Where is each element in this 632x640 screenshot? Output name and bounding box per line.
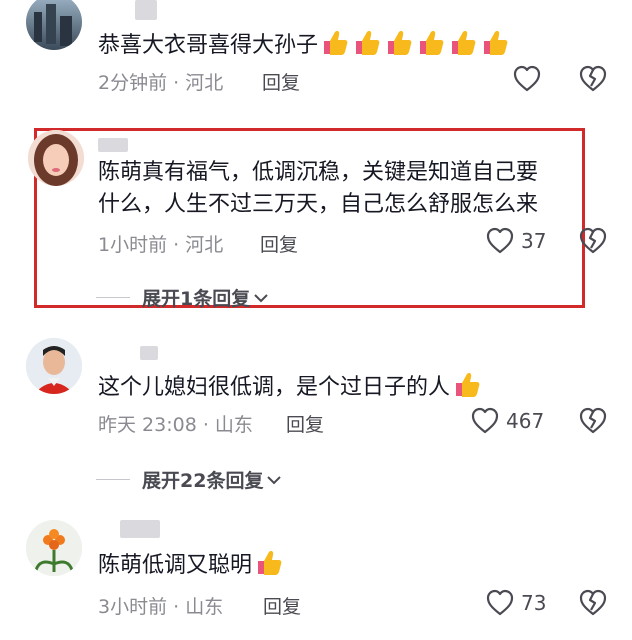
chevron-down-icon — [254, 293, 268, 302]
username-blurred[interactable] — [135, 0, 157, 20]
expand-label: 展开1条回复 — [142, 288, 251, 310]
thumbs-up-emoji-icon — [252, 553, 284, 578]
divider-line — [96, 479, 130, 480]
reply-button[interactable]: 回复 — [286, 410, 324, 437]
expand-replies-button[interactable]: 展开1条回复 — [96, 284, 270, 311]
dislike-button[interactable] — [578, 588, 608, 622]
comment-meta: 1小时前 · 河北 — [98, 234, 224, 256]
expand-label: 展开22条回复 — [142, 470, 264, 492]
reply-button[interactable]: 回复 — [263, 592, 301, 619]
like-button[interactable] — [512, 64, 542, 94]
broken-heart-icon — [578, 588, 608, 618]
comment-meta: 2分钟前 · 河北 — [98, 72, 224, 94]
like-button[interactable]: 73 — [485, 588, 546, 618]
comment-text: 这个儿媳妇很低调，是个过日子的人 — [98, 370, 482, 405]
username-blurred[interactable] — [120, 520, 160, 538]
like-count: 73 — [521, 591, 547, 615]
like-button[interactable]: 467 — [470, 406, 544, 436]
expand-replies-button[interactable]: 展开22条回复 — [96, 466, 283, 493]
avatar[interactable] — [28, 130, 84, 186]
like-count: 467 — [506, 409, 545, 433]
broken-heart-icon — [578, 226, 608, 256]
broken-heart-icon — [578, 64, 608, 94]
dislike-button[interactable] — [578, 64, 608, 98]
dislike-button[interactable] — [578, 226, 608, 260]
avatar-woman-image — [28, 130, 84, 186]
avatar-man-image — [26, 338, 82, 394]
avatar[interactable] — [26, 0, 82, 50]
broken-heart-icon — [578, 406, 608, 436]
heart-outline-icon — [485, 226, 515, 256]
avatar-flower-image — [26, 520, 82, 576]
comment-text: 陈萌低调又聪明 — [98, 548, 284, 583]
thumbs-up-emoji-icon — [450, 375, 482, 400]
comment-meta: 3小时前 · 山东 — [98, 596, 224, 618]
heart-outline-icon — [485, 588, 515, 618]
avatar-city-image — [34, 4, 72, 46]
comment-text: 恭喜大衣哥喜得大孙子 — [98, 28, 510, 63]
avatar[interactable] — [26, 520, 82, 576]
username-blurred[interactable] — [140, 346, 158, 360]
avatar[interactable] — [26, 338, 82, 394]
divider-line — [96, 297, 130, 298]
reply-button[interactable]: 回复 — [260, 230, 298, 257]
heart-outline-icon — [470, 406, 500, 436]
chevron-down-icon — [267, 475, 282, 484]
heart-outline-icon — [512, 64, 542, 94]
reply-button[interactable]: 回复 — [262, 68, 300, 95]
like-count: 37 — [521, 229, 547, 253]
username-blurred[interactable] — [98, 138, 128, 152]
dislike-button[interactable] — [578, 406, 608, 440]
thumbs-up-emoji-icon — [318, 33, 510, 58]
comment-text-line1: 陈萌真有福气，低调沉稳，关键是知道自己要 — [98, 160, 539, 185]
comment-text-line2: 什么，人生不过三万天，自己怎么舒服怎么来 — [98, 192, 539, 217]
like-button[interactable]: 37 — [485, 226, 546, 256]
comment-meta: 昨天 23:08 · 山东 — [98, 414, 253, 436]
